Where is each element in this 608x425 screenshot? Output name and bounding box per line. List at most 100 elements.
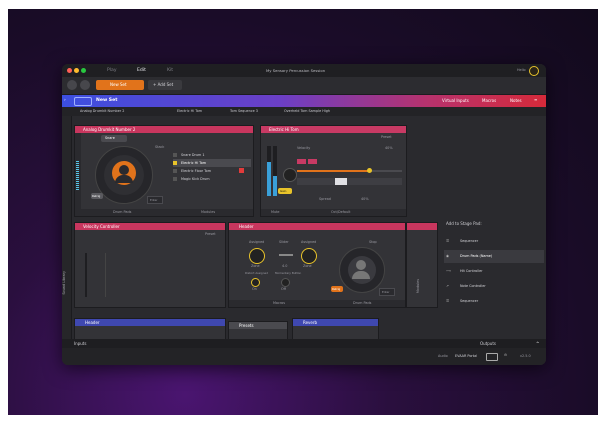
velocity-slider-thumb[interactable] [367, 168, 372, 173]
waveform-range[interactable] [297, 178, 402, 185]
retrig-button[interactable]: Retrig [91, 193, 103, 199]
drumkit-panel-title: Analog Drumkit Number 2 [83, 126, 136, 132]
snare-chip-label: Snare [105, 135, 115, 140]
velocity-value: 40% [385, 146, 393, 150]
module-label: Magic Kick Drum [181, 176, 210, 181]
macros-button[interactable]: Macros [482, 98, 496, 103]
notes-button[interactable]: Notes [510, 98, 522, 103]
velocity-label: Velocity [297, 146, 311, 150]
user-avatar[interactable] [529, 66, 539, 76]
header-enter-select[interactable]: Enter [379, 288, 395, 296]
list-item[interactable]: Electric Floor Tom [173, 167, 251, 175]
status-bar: Audio EVAAR Portal ⚙ v2.5.0 [62, 348, 546, 365]
set-tab-new-set[interactable]: New Set [96, 80, 144, 90]
outputs-label[interactable]: Outputs [480, 341, 496, 346]
velocity-slider-track[interactable] [297, 168, 402, 173]
add-set-button[interactable]: + Add Set [148, 80, 182, 90]
momentary-button-label: Momentary Button [275, 271, 302, 275]
crumb-drumkit[interactable]: Analog Drumkit Number 2 [80, 109, 124, 113]
velocity-controller-preset[interactable]: Preset [205, 232, 216, 236]
add-pad-item-label: Sequencer [460, 238, 479, 243]
pink-tag-1[interactable] [297, 159, 306, 164]
center-slider[interactable] [279, 254, 293, 256]
header-retrig-button[interactable]: Retrig [331, 286, 343, 292]
tom-panel-footer: Mute Oct/Default [261, 209, 406, 216]
list-item[interactable]: ◉ Drum Pads (Name) [444, 250, 544, 263]
enter-select[interactable]: Enter [147, 196, 163, 204]
gear-icon[interactable]: ⚙ [504, 353, 507, 357]
virtual-inputs-button[interactable]: Virtual Inputs [442, 98, 469, 103]
header-panel: Header Assigned Slider Assigned Stop Zon… [228, 222, 406, 308]
chevron-up-icon[interactable]: ^ [536, 341, 539, 346]
sound-library-sidebar[interactable]: Sound Library [62, 116, 72, 355]
forward-icon[interactable] [80, 80, 90, 90]
list-item[interactable]: ☰ Sequencer [444, 235, 544, 248]
header-drum-icon-head [356, 260, 366, 270]
list-item[interactable]: ↗ Note Controller [444, 280, 544, 293]
back-icon[interactable] [67, 80, 77, 90]
crumb-sequence[interactable]: Tom Sequence 3 [230, 109, 258, 113]
velocity-controller-title: Velocity Controller [83, 223, 120, 229]
tab-play[interactable]: Play [107, 68, 117, 73]
list-item[interactable]: ☰ Sequencer [444, 295, 544, 308]
assigned-right-label: Assigned [301, 240, 317, 244]
module-label: Snare Drum 1 [181, 152, 205, 157]
module-icon [173, 161, 177, 165]
device-icon[interactable] [486, 353, 498, 361]
assigned-left-value: Zone [251, 264, 260, 268]
device-label: Audio [438, 354, 448, 358]
assigned-right-value: Zone [303, 264, 312, 268]
modules-strip-header [407, 223, 437, 230]
zoom-window-button[interactable] [81, 68, 86, 73]
device-name[interactable]: EVAAR Portal [455, 354, 477, 358]
stack-label: Stack [155, 145, 165, 149]
window-title: My Sensory Percussion Session [266, 67, 326, 73]
drum-icon-head [119, 165, 129, 175]
header-drum-pads-label: Drum Pads [353, 301, 372, 305]
minimize-window-button[interactable] [74, 68, 79, 73]
tom-panel-title: Electric Hi Tom [269, 126, 299, 132]
add-pad-item-label: Drum Pads (Name) [460, 253, 493, 258]
tab-kit[interactable]: Kit [167, 68, 173, 73]
record-icon[interactable] [239, 168, 244, 173]
io-bar: Inputs Outputs ^ [62, 339, 546, 348]
tom-mute-label: Mute [271, 210, 280, 214]
list-item[interactable]: Electric Hi Tom [173, 159, 251, 167]
modules-label: Modules [201, 210, 216, 214]
sound-library-label: Sound Library [62, 271, 66, 295]
assigned-left-knob[interactable] [249, 248, 265, 264]
inputs-label[interactable]: Inputs [74, 341, 86, 346]
waveform-range-handle[interactable] [335, 178, 347, 185]
tom-preset-select[interactable]: Preset [381, 135, 392, 139]
chevron-right-icon[interactable]: › [64, 98, 66, 104]
crumb-sample[interactable]: Overheld Tom Sample High [284, 109, 330, 113]
snare-chip[interactable]: Snare [101, 135, 127, 142]
settings-icon[interactable]: ≡ [534, 98, 537, 102]
crumb-kit[interactable]: Electric Hi Tom [177, 109, 202, 113]
note-controller-icon: ↗ [446, 283, 449, 288]
set-logo-icon [74, 97, 92, 106]
drumkit-meter-fill [76, 161, 79, 191]
velocity-controller-meter [85, 253, 87, 297]
header-drum-pad[interactable] [339, 247, 385, 293]
tom-mute-button[interactable]: Gain [278, 188, 292, 194]
list-item[interactable]: ⟿ Hit Controller [444, 265, 544, 278]
drum-pad-circle[interactable] [95, 146, 153, 204]
list-item[interactable]: Snare Drum 1 [173, 151, 251, 159]
off-toggle[interactable] [281, 278, 290, 287]
list-item[interactable]: Magic Kick Drum [173, 175, 251, 183]
app-window: Play Edit Kit My Sensory Percussion Sess… [62, 64, 546, 365]
gain-knob[interactable] [283, 168, 297, 182]
module-icon [173, 169, 177, 173]
drumkit-panel-header: Analog Drumkit Number 2 [75, 126, 253, 133]
lower-header-panel: Header [74, 318, 226, 340]
on-toggle[interactable] [251, 278, 260, 287]
drum-pads-label: Drum Pads [113, 210, 132, 214]
set-toolbar: New Set + Add Set [62, 77, 546, 95]
tab-edit[interactable]: Edit [137, 68, 146, 73]
close-window-button[interactable] [67, 68, 72, 73]
version-label: v2.5.0 [520, 354, 531, 358]
retrig-label: Retrig [92, 193, 101, 198]
assigned-right-knob[interactable] [301, 248, 317, 264]
pink-tag-2[interactable] [308, 159, 317, 164]
